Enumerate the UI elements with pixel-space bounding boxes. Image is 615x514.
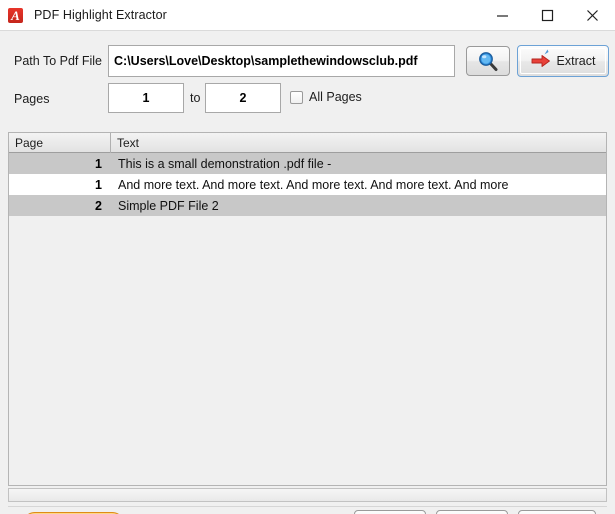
red-arrow-icon: [531, 55, 550, 67]
cell-page: 1: [95, 156, 102, 171]
cell-text: This is a small demonstration .pdf file …: [118, 156, 332, 171]
minimize-button[interactable]: [480, 0, 525, 30]
path-row: Path To Pdf File C:\Users\Love\Desktop\s…: [8, 45, 609, 79]
close-icon: [587, 9, 598, 21]
window-title: PDF Highlight Extractor: [34, 8, 167, 22]
excel-export-button[interactable]: X X Excel: [354, 510, 426, 514]
close-dialog-button[interactable]: Close: [518, 510, 596, 514]
client-area: Path To Pdf File C:\Users\Love\Desktop\s…: [0, 30, 615, 514]
title-bar: A PDF Highlight Extractor: [0, 0, 615, 31]
table-empty-area: [9, 216, 606, 463]
all-pages-checkbox-box[interactable]: [290, 90, 303, 104]
table-row[interactable]: 1 This is a small demonstration .pdf fil…: [9, 153, 606, 174]
all-pages-checkbox[interactable]: All Pages: [290, 90, 362, 104]
column-header-text[interactable]: Text: [111, 133, 606, 153]
pages-row: Pages 1 to 2 All Pages: [8, 83, 607, 117]
table-header: Page Text: [9, 133, 606, 153]
page-to-input[interactable]: 2: [205, 83, 281, 113]
table-row[interactable]: 1 And more text. And more text. And more…: [9, 174, 606, 195]
magnifier-icon: [479, 52, 498, 71]
pdf-highlight-extractor-window: A PDF Highlight Extractor Path To Pdf Fi…: [0, 0, 615, 514]
pages-label: Pages: [14, 92, 50, 106]
cell-page: 1: [95, 177, 102, 192]
blue-tick-icon: [544, 49, 549, 55]
close-button[interactable]: [570, 0, 615, 30]
table-row[interactable]: 2 Simple PDF File 2: [9, 195, 606, 216]
footer-bar: Donate X X Excel txt Text: [8, 506, 607, 514]
path-input[interactable]: C:\Users\Love\Desktop\samplethewindowscl…: [108, 45, 455, 77]
page-from-input[interactable]: 1: [108, 83, 184, 113]
path-label: Path To Pdf File: [14, 54, 103, 68]
pdf-file-icon: A: [7, 6, 25, 24]
text-export-button[interactable]: txt Text: [436, 510, 508, 514]
to-label: to: [190, 91, 201, 105]
maximize-icon: [541, 9, 554, 21]
window-controls: [480, 0, 615, 30]
results-table[interactable]: Page Text 1 This is a small demonstratio…: [8, 132, 607, 486]
status-strip: [8, 488, 607, 502]
browse-button[interactable]: [466, 46, 510, 76]
cell-page: 2: [95, 198, 102, 213]
all-pages-label: All Pages: [309, 90, 362, 104]
minimize-icon: [497, 14, 508, 17]
extract-button[interactable]: Extract: [517, 45, 609, 77]
extract-button-label: Extract: [556, 54, 596, 68]
form-panel: Path To Pdf File C:\Users\Love\Desktop\s…: [8, 39, 609, 121]
maximize-button[interactable]: [525, 0, 570, 30]
cell-text: And more text. And more text. And more t…: [118, 177, 509, 192]
column-header-page[interactable]: Page: [9, 133, 111, 153]
cell-text: Simple PDF File 2: [118, 198, 219, 213]
